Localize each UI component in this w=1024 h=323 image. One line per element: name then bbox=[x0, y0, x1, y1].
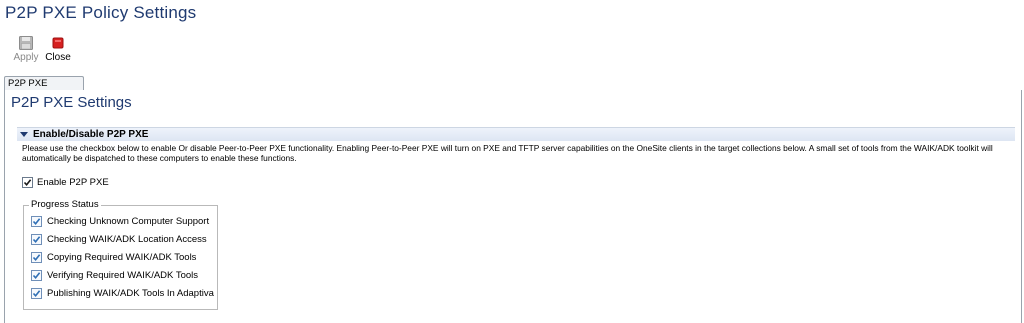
progress-status-group: Progress Status Checking Unknown Compute… bbox=[23, 199, 218, 310]
status-label: Checking WAIK/ADK Location Access bbox=[47, 234, 207, 246]
list-item: Copying Required WAIK/ADK Tools bbox=[31, 252, 214, 270]
group-description: Please use the checkbox below to enable … bbox=[22, 143, 993, 163]
section-title: P2P PXE Settings bbox=[11, 94, 132, 111]
close-button-label: Close bbox=[45, 52, 71, 63]
close-button[interactable]: Close bbox=[42, 36, 74, 63]
list-item: Verifying Required WAIK/ADK Tools bbox=[31, 270, 214, 288]
save-icon bbox=[19, 36, 33, 50]
check-icon bbox=[32, 254, 41, 262]
enable-p2p-pxe-checkbox[interactable] bbox=[22, 177, 33, 188]
status-checkbox bbox=[31, 288, 42, 299]
status-checkbox bbox=[31, 216, 42, 227]
status-checkbox bbox=[31, 252, 42, 263]
tab-panel: P2P PXE Settings Enable/Disable P2P PXE … bbox=[4, 90, 1022, 323]
progress-status-legend: Progress Status bbox=[29, 199, 101, 211]
enable-p2p-pxe-label: Enable P2P PXE bbox=[37, 177, 109, 189]
list-item: Checking Unknown Computer Support bbox=[31, 216, 214, 234]
group-header-enable-disable[interactable]: Enable/Disable P2P PXE bbox=[17, 127, 1015, 141]
status-label: Verifying Required WAIK/ADK Tools bbox=[47, 270, 199, 282]
status-checkbox bbox=[31, 234, 42, 245]
progress-status-list: Checking Unknown Computer Support Checki… bbox=[31, 216, 214, 306]
list-item: Checking WAIK/ADK Location Access bbox=[31, 234, 214, 252]
status-label: Checking Unknown Computer Support bbox=[47, 216, 210, 228]
check-icon bbox=[32, 236, 41, 244]
apply-button-label: Apply bbox=[13, 52, 39, 63]
collapse-triangle-icon[interactable] bbox=[20, 132, 28, 137]
tab-p2p-pxe-settings[interactable]: P2P PXE Settings bbox=[4, 76, 84, 102]
enable-p2p-pxe-row[interactable]: Enable P2P PXE bbox=[22, 177, 109, 189]
group-title: Enable/Disable P2P PXE bbox=[33, 129, 149, 140]
check-icon bbox=[23, 179, 32, 187]
check-icon bbox=[32, 218, 41, 226]
tab-strip: P2P PXE Settings bbox=[4, 76, 1020, 102]
apply-button[interactable]: Apply bbox=[10, 36, 42, 63]
check-icon bbox=[32, 290, 41, 298]
check-icon bbox=[32, 272, 41, 280]
status-checkbox bbox=[31, 270, 42, 281]
status-label: Copying Required WAIK/ADK Tools bbox=[47, 252, 197, 264]
status-label: Publishing WAIK/ADK Tools In Adaptiva bbox=[47, 288, 214, 300]
list-item: Publishing WAIK/ADK Tools In Adaptiva bbox=[31, 288, 214, 306]
close-icon bbox=[52, 37, 64, 49]
page-title: P2P PXE Policy Settings bbox=[5, 3, 197, 22]
